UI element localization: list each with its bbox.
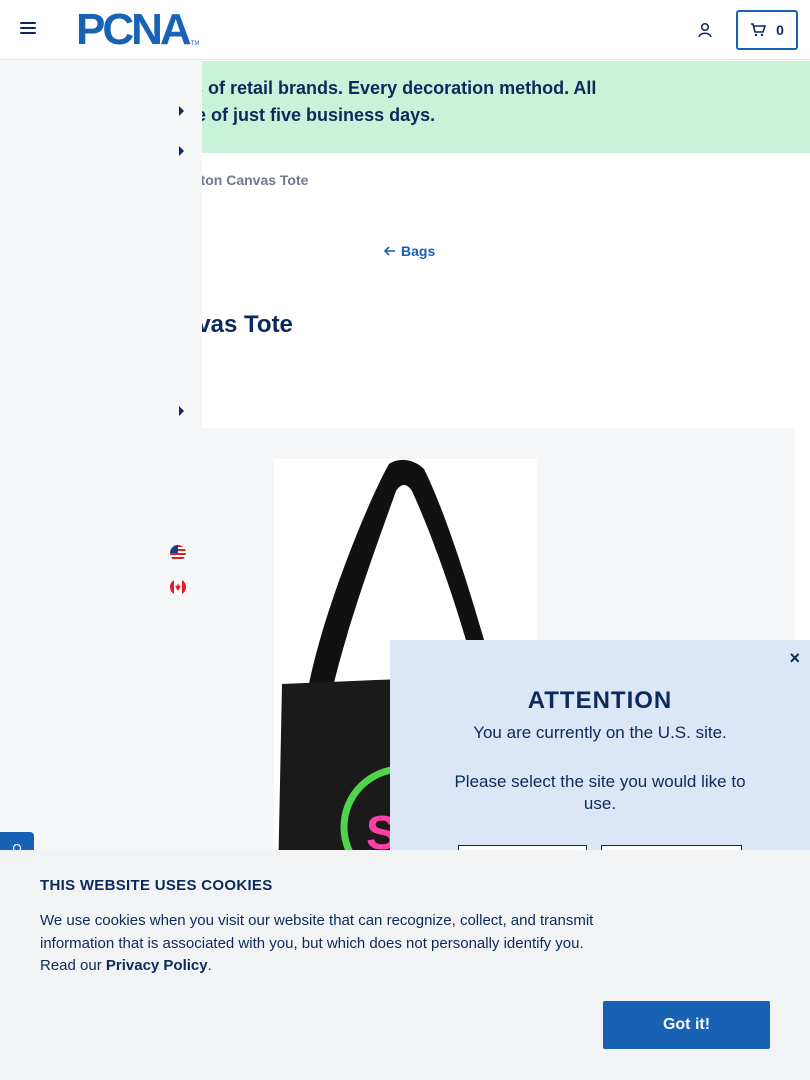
drawer-caret-2[interactable] xyxy=(176,145,186,157)
cart-button[interactable]: 0 xyxy=(736,10,798,50)
caret-right-icon xyxy=(179,106,184,116)
cookie-period: . xyxy=(207,957,212,974)
logo-tm: TM xyxy=(190,41,200,47)
caret-right-icon xyxy=(179,146,184,156)
cookie-title: THIS WEBSITE USES COOKIES xyxy=(40,877,273,894)
cookie-banner: THIS WEBSITE USES COOKIES We use cookies… xyxy=(0,850,810,1080)
account-icon[interactable] xyxy=(697,22,713,38)
cart-icon xyxy=(751,23,767,37)
logo-text: PCNA xyxy=(76,5,192,54)
modal-title: ATTENTION xyxy=(527,687,673,714)
modal-instructions: Please select the site you would like to… xyxy=(454,772,746,813)
cookie-body: We use cookies when you visit our websit… xyxy=(40,910,600,978)
back-link-label: Bags xyxy=(401,243,436,259)
privacy-policy-link[interactable]: Privacy Policy xyxy=(106,957,208,974)
site-header: PCNA TM 0 xyxy=(0,0,810,60)
caret-right-icon xyxy=(179,406,184,416)
drawer-caret-1[interactable] xyxy=(176,105,186,117)
back-to-bags-link[interactable]: Bags xyxy=(384,243,435,259)
cookie-accept-button[interactable]: Got it! xyxy=(603,1001,770,1049)
cart-count: 0 xyxy=(776,22,784,38)
page: PCNA TM 0 ls of products. Dozens of reta… xyxy=(0,0,810,1080)
modal-current-site: You are currently on the U.S. site. xyxy=(473,723,727,742)
drawer-caret-3[interactable] xyxy=(176,405,186,417)
close-icon[interactable]: × xyxy=(789,648,800,669)
canada-flag-icon[interactable] xyxy=(170,579,186,595)
arrow-left-icon xyxy=(384,246,395,256)
pcna-logo[interactable]: PCNA TM xyxy=(76,5,200,54)
menu-icon[interactable] xyxy=(20,22,36,38)
us-flag-icon[interactable] xyxy=(170,545,186,561)
